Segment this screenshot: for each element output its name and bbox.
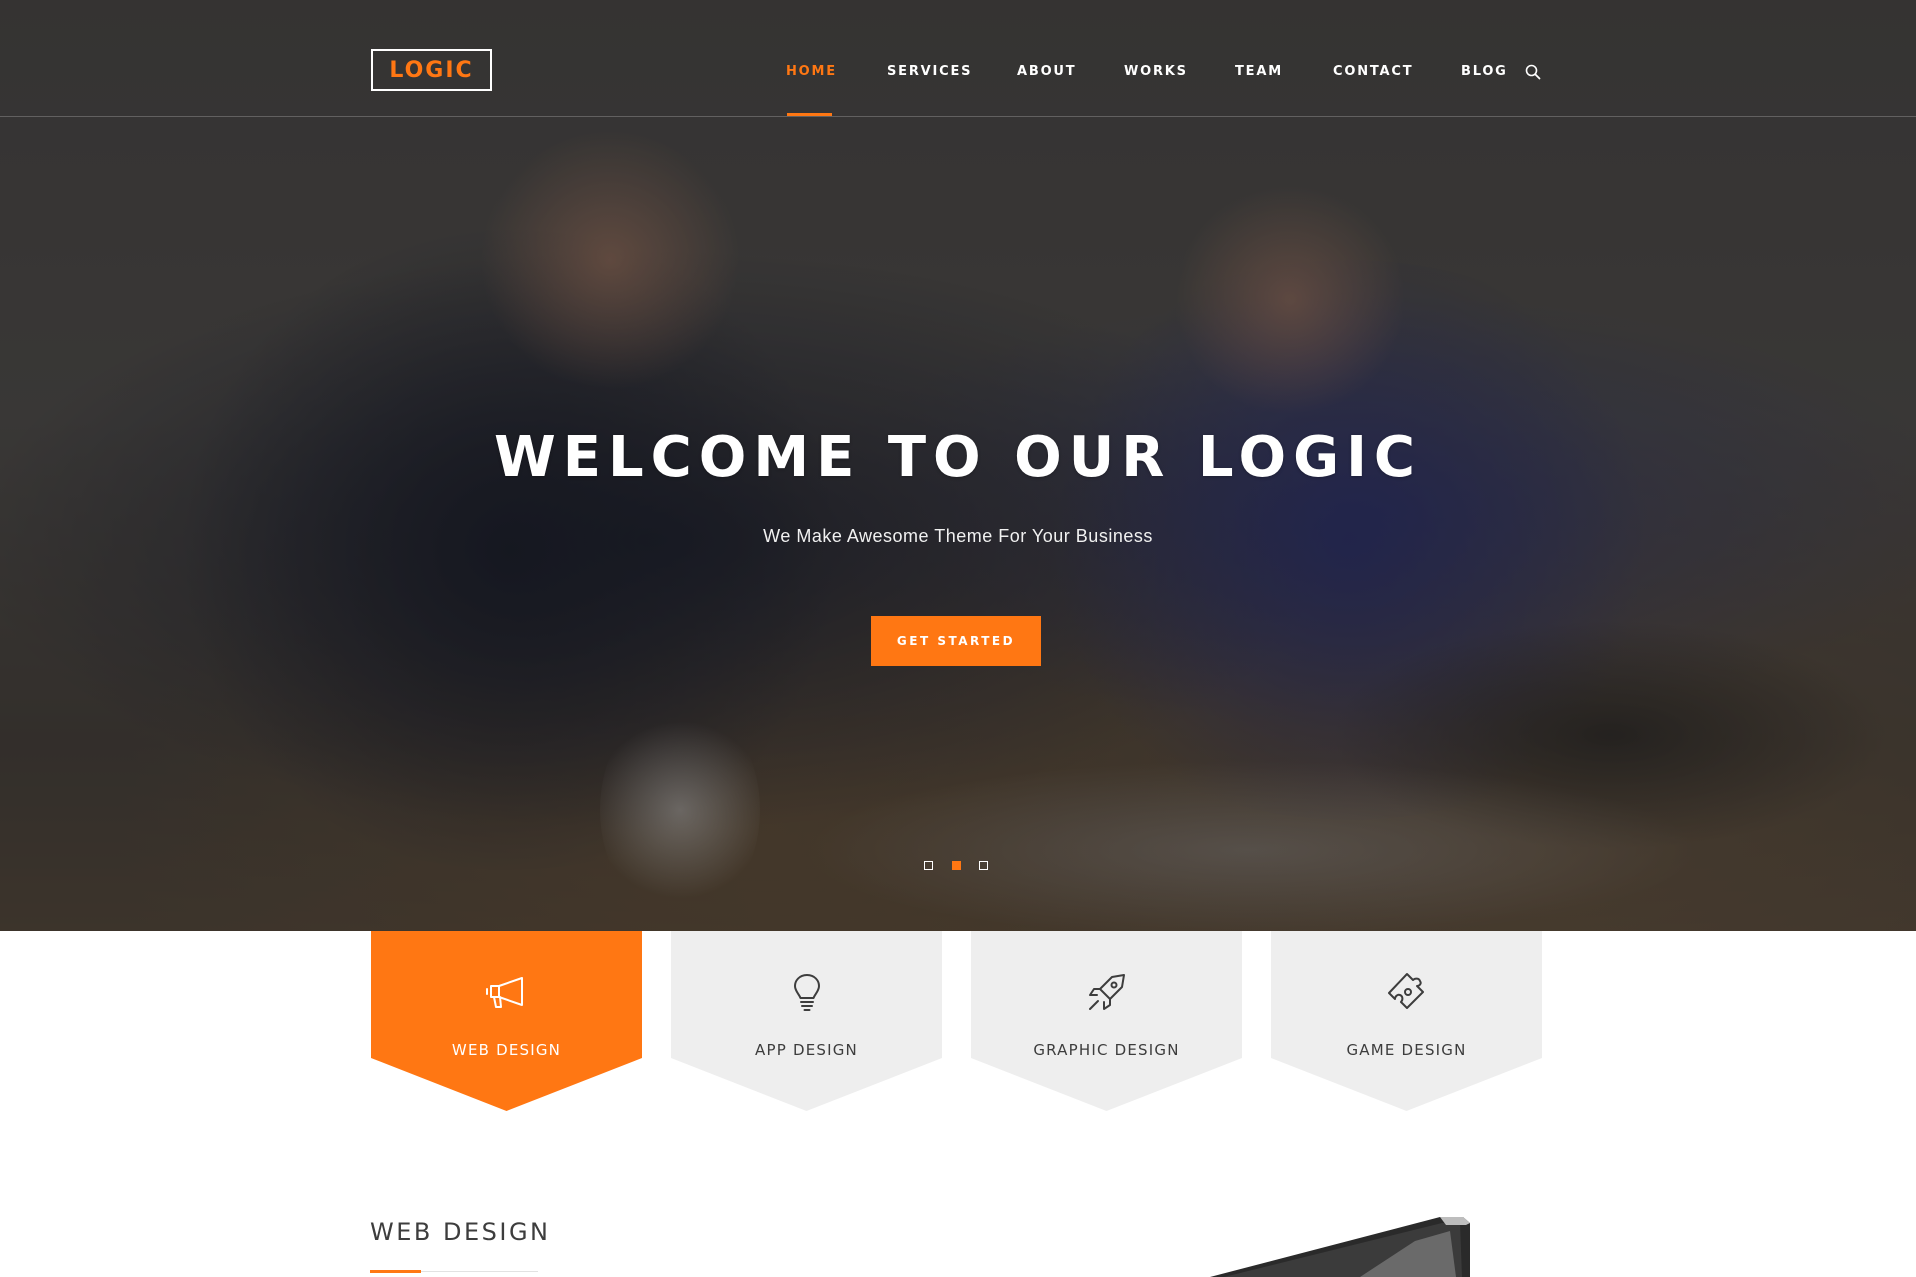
get-started-button[interactable]: GET STARTED <box>871 616 1041 666</box>
hero-subtitle: We Make Awesome Theme For Your Business <box>763 526 1153 546</box>
section-divider-accent <box>370 1270 421 1273</box>
section-title: WEB DESIGN <box>370 1218 551 1246</box>
tile-label: WEB DESIGN <box>451 1041 562 1059</box>
tile-label: GAME DESIGN <box>1346 1041 1467 1059</box>
slider-dot-2[interactable] <box>952 861 961 870</box>
nav-home[interactable]: HOME <box>786 62 837 82</box>
nav-active-underline <box>787 113 832 116</box>
tile-background <box>371 931 642 1111</box>
tile-background <box>971 931 1242 1111</box>
tile-label: APP DESIGN <box>755 1041 858 1059</box>
tile-background <box>671 931 942 1111</box>
service-tile-web-design[interactable]: WEB DESIGN <box>371 931 642 1111</box>
logo[interactable]: LOGIC <box>371 49 492 91</box>
service-tile-game-design[interactable]: GAME DESIGN <box>1271 931 1542 1111</box>
device-mockup-image <box>1210 1217 1470 1277</box>
nav-services[interactable]: SERVICES <box>887 62 972 82</box>
nav-contact[interactable]: CONTACT <box>1333 62 1413 82</box>
tile-label: GRAPHIC DESIGN <box>1033 1041 1180 1059</box>
service-tile-app-design[interactable]: APP DESIGN <box>671 931 942 1111</box>
megaphone-icon <box>486 977 523 1008</box>
slider-dot-1[interactable] <box>924 861 933 870</box>
rocket-icon <box>1089 974 1125 1010</box>
tile-background <box>1271 931 1542 1111</box>
nav-works[interactable]: WORKS <box>1124 62 1188 82</box>
nav-about[interactable]: ABOUT <box>1017 62 1076 82</box>
nav-team[interactable]: TEAM <box>1235 62 1283 82</box>
hero-section: LOGIC HOME SERVICES ABOUT WORKS TEAM CON… <box>0 0 1916 931</box>
hero-title: WELCOME TO OUR LOGIC <box>493 425 1423 490</box>
search-icon[interactable] <box>1524 63 1542 81</box>
site-header: LOGIC HOME SERVICES ABOUT WORKS TEAM CON… <box>0 0 1916 117</box>
puzzle-icon <box>1388 973 1424 1009</box>
slider-dot-3[interactable] <box>979 861 988 870</box>
service-tile-graphic-design[interactable]: GRAPHIC DESIGN <box>971 931 1242 1111</box>
lightbulb-icon <box>794 974 820 1011</box>
nav-blog[interactable]: BLOG <box>1461 62 1508 82</box>
